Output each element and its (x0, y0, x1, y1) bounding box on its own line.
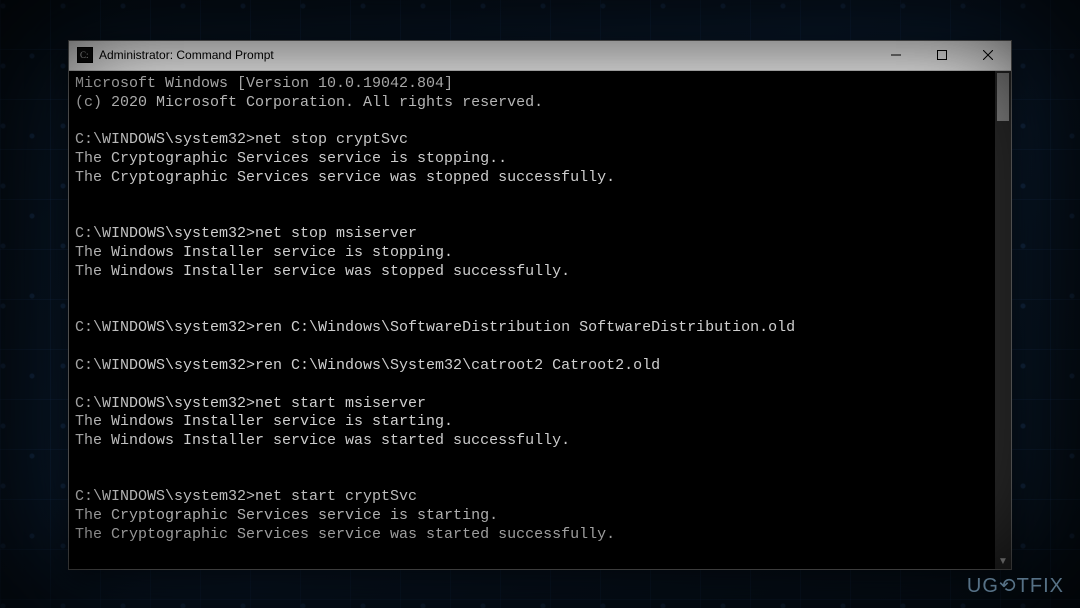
terminal-line (75, 207, 989, 226)
terminal-line: The Windows Installer service was starte… (75, 432, 989, 451)
terminal-line: (c) 2020 Microsoft Corporation. All righ… (75, 94, 989, 113)
terminal-line (75, 338, 989, 357)
command-prompt-window: C: Administrator: Command Prompt Microso… (68, 40, 1012, 570)
cmd-icon: C: (77, 47, 93, 63)
terminal-line (75, 188, 989, 207)
terminal-line (75, 451, 989, 470)
watermark: UG⟲TFIX (967, 573, 1064, 598)
terminal-line: The Windows Installer service is stoppin… (75, 244, 989, 263)
terminal-line (75, 282, 989, 301)
terminal-line: C:\WINDOWS\system32>net stop msiserver (75, 225, 989, 244)
svg-text:C:: C: (80, 50, 89, 60)
close-button[interactable] (965, 41, 1011, 70)
window-title: Administrator: Command Prompt (99, 48, 274, 62)
vertical-scrollbar[interactable]: ▲ ▼ (995, 71, 1011, 569)
minimize-button[interactable] (873, 41, 919, 70)
terminal-line: Microsoft Windows [Version 10.0.19042.80… (75, 75, 989, 94)
terminal-line: C:\WINDOWS\system32>ren C:\Windows\Softw… (75, 319, 989, 338)
scroll-down-arrow-icon[interactable]: ▼ (995, 553, 1011, 569)
terminal-line: C:\WINDOWS\system32>net stop cryptSvc (75, 131, 989, 150)
terminal-output[interactable]: Microsoft Windows [Version 10.0.19042.80… (69, 71, 995, 569)
terminal-line (75, 470, 989, 489)
scrollbar-thumb[interactable] (997, 73, 1009, 121)
maximize-button[interactable] (919, 41, 965, 70)
terminal-line: The Windows Installer service was stoppe… (75, 263, 989, 282)
terminal-line (75, 545, 989, 564)
terminal-line: The Cryptographic Services service was s… (75, 169, 989, 188)
terminal-line (75, 113, 989, 132)
terminal-line: C:\WINDOWS\system32>ren C:\Windows\Syste… (75, 357, 989, 376)
terminal-line: The Cryptographic Services service is st… (75, 150, 989, 169)
window-titlebar[interactable]: C: Administrator: Command Prompt (69, 41, 1011, 71)
terminal-line: The Cryptographic Services service was s… (75, 526, 989, 545)
scrollbar-track (995, 71, 1011, 569)
terminal-line (75, 301, 989, 320)
terminal-line: The Cryptographic Services service is st… (75, 507, 989, 526)
terminal-line: The Windows Installer service is startin… (75, 413, 989, 432)
window-controls (873, 41, 1011, 70)
terminal-line: C:\WINDOWS\system32>net start msiserver (75, 395, 989, 414)
terminal-area: Microsoft Windows [Version 10.0.19042.80… (69, 71, 1011, 569)
terminal-line (75, 376, 989, 395)
terminal-line: C:\WINDOWS\system32>net start cryptSvc (75, 488, 989, 507)
